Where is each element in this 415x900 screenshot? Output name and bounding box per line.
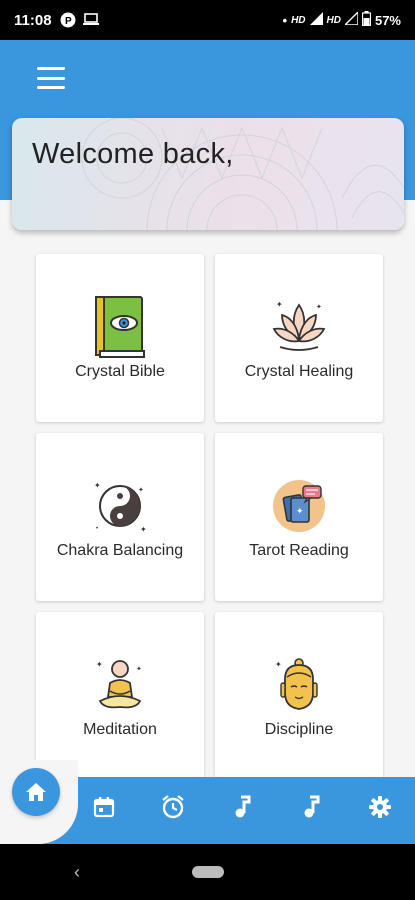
svg-text:•: • <box>96 526 98 532</box>
network-label: HD <box>291 14 306 26</box>
svg-text:✦: ✦ <box>94 481 101 490</box>
gear-icon <box>369 796 391 818</box>
svg-text:✦: ✦ <box>96 660 103 669</box>
laptop-icon <box>82 13 100 27</box>
calendar-icon <box>93 797 115 818</box>
yin-yang-icon: ✦ ✦ ✦ • <box>88 474 152 538</box>
calendar-nav-button[interactable] <box>90 793 118 821</box>
welcome-card: Welcome back, <box>12 118 404 230</box>
back-chevron-icon[interactable]: ‹ <box>74 862 80 883</box>
tile-crystal-bible[interactable]: Crystal Bible <box>36 254 204 422</box>
tile-chakra-balancing[interactable]: ✦ ✦ ✦ • Chakra Balancing <box>36 433 204 601</box>
feature-grid: Crystal Bible ✦ ✦ Crystal Healing ✦ ✦ ✦ … <box>36 254 383 780</box>
battery-percent: 57% <box>374 12 401 28</box>
svg-text:✦: ✦ <box>136 665 142 673</box>
mandala-background <box>81 118 404 230</box>
tile-crystal-healing[interactable]: ✦ ✦ Crystal Healing <box>215 254 383 422</box>
svg-text:✦: ✦ <box>140 525 147 534</box>
music-note-icon <box>235 795 251 818</box>
svg-text:✦: ✦ <box>276 300 283 309</box>
tarot-cards-icon: ✦ <box>267 474 331 538</box>
music-nav-button[interactable] <box>228 793 256 821</box>
tile-meditation[interactable]: ✦ ✦ Meditation <box>36 612 204 780</box>
hamburger-menu-icon[interactable] <box>37 67 65 89</box>
signal-icon <box>309 12 323 28</box>
home-button[interactable] <box>12 768 60 816</box>
settings-nav-button[interactable] <box>366 793 394 821</box>
music-note-icon <box>304 795 320 818</box>
svg-text:✦: ✦ <box>316 303 322 311</box>
tile-label: Crystal Bible <box>75 363 165 380</box>
dot-icon: • <box>282 12 288 28</box>
welcome-message: Welcome back, <box>32 138 234 170</box>
svg-text:P: P <box>65 16 72 27</box>
alarm-clock-icon <box>162 795 184 819</box>
signal-icon <box>343 10 359 28</box>
app-notification-icon: P <box>60 12 76 28</box>
tile-label: Crystal Healing <box>244 363 354 380</box>
svg-text:✦: ✦ <box>275 660 282 669</box>
home-icon <box>26 783 46 801</box>
network-label: HD <box>326 14 341 26</box>
tile-tarot-reading[interactable]: ✦ Tarot Reading <box>215 433 383 601</box>
status-bar: 11:08 P • HD HD 57% <box>0 0 415 40</box>
alarm-nav-button[interactable] <box>159 793 187 821</box>
eye-book-icon <box>88 295 152 359</box>
meditating-person-icon: ✦ ✦ <box>88 653 152 717</box>
tile-label: Discipline <box>264 721 334 738</box>
status-time: 11:08 <box>14 11 52 29</box>
tile-label: Tarot Reading <box>249 542 349 559</box>
svg-text:✦: ✦ <box>138 486 144 494</box>
tile-label: Chakra Balancing <box>56 542 184 559</box>
tile-discipline[interactable]: ✦ Discipline <box>215 612 383 780</box>
buddha-head-icon: ✦ <box>267 653 331 717</box>
status-right: • HD HD 57% <box>282 10 401 29</box>
svg-text:✦: ✦ <box>296 506 304 516</box>
battery-icon <box>361 11 372 29</box>
system-home-pill[interactable] <box>192 866 224 878</box>
lotus-icon: ✦ ✦ <box>267 295 331 359</box>
tile-label: Meditation <box>83 721 157 738</box>
music-nav-button-2[interactable] <box>297 793 325 821</box>
